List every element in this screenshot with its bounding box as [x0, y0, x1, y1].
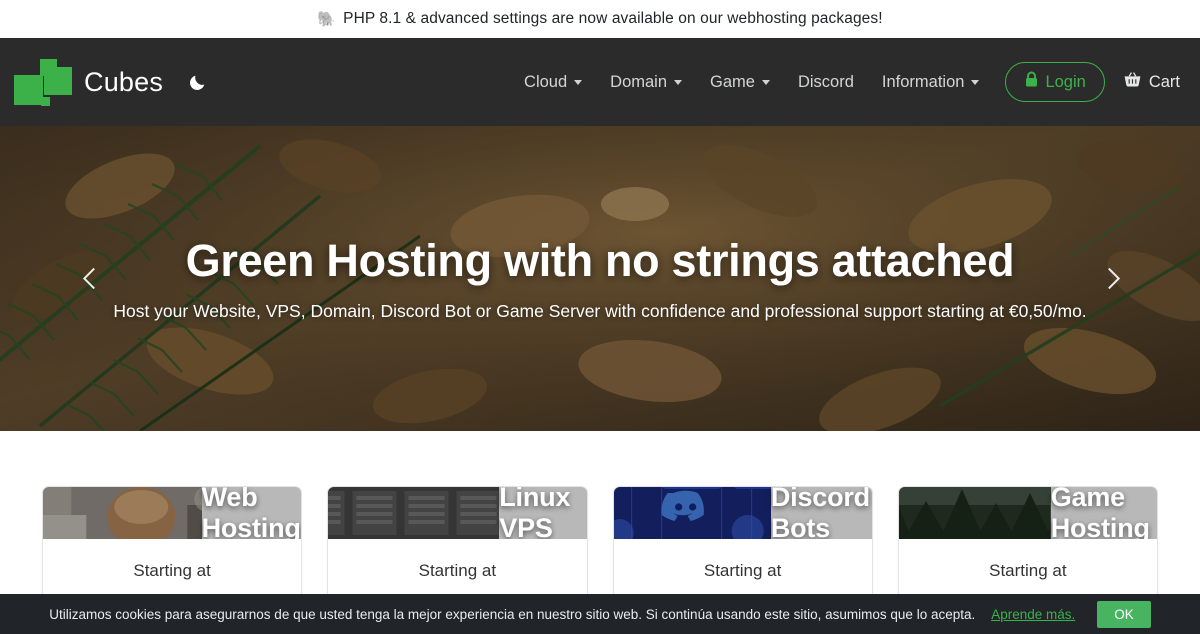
- hero-title: Green Hosting with no strings attached: [185, 235, 1015, 286]
- nav-item-game[interactable]: Game: [696, 65, 784, 100]
- cart-button[interactable]: Cart: [1123, 71, 1180, 94]
- nav-item-label: Game: [710, 72, 755, 91]
- card-banner-discord-bots: Discord Bots: [613, 487, 872, 539]
- card-starting-label: Starting at: [418, 561, 497, 580]
- elephant-icon: 🐘: [317, 11, 337, 28]
- cookie-learn-more-link[interactable]: Aprende más.: [991, 607, 1075, 622]
- page-root: 🐘 PHP 8.1 & advanced settings are now av…: [0, 0, 1200, 634]
- chevron-down-icon: [971, 79, 980, 85]
- nav-item-information[interactable]: Information: [868, 65, 994, 100]
- hero-carousel: Green Hosting with no strings attached H…: [0, 126, 1200, 431]
- product-card-web-hosting[interactable]: Web Hosting Starting at: [42, 486, 303, 608]
- card-starting-label: Starting at: [989, 561, 1067, 580]
- card-title: Web Hosting: [201, 487, 301, 539]
- product-cards-row: Web Hosting Starting at Linux VPS Starti…: [0, 486, 1200, 608]
- cart-label: Cart: [1148, 72, 1180, 91]
- nav-item-label: Cloud: [524, 72, 568, 91]
- card-banner-game-hosting: Game Hosting: [898, 487, 1157, 539]
- card-banner-linux-vps: Linux VPS: [328, 487, 587, 539]
- announcement-text: PHP 8.1 & advanced settings are now avai…: [343, 10, 883, 27]
- nav-links: Cloud Domain Game Discord Information Lo…: [510, 62, 1180, 102]
- nav-item-label: Information: [881, 72, 965, 91]
- product-cards-section: Web Hosting Starting at Linux VPS Starti…: [0, 431, 1200, 608]
- product-card-linux-vps[interactable]: Linux VPS Starting at: [327, 486, 588, 608]
- cubes-logo-icon: [14, 59, 72, 106]
- login-button[interactable]: Login: [1005, 62, 1105, 102]
- nav-item-discord[interactable]: Discord: [784, 65, 868, 100]
- card-title: Discord Bots: [770, 487, 870, 539]
- chevron-down-icon: [761, 79, 770, 85]
- card-starting-label: Starting at: [703, 561, 782, 580]
- nav-item-domain[interactable]: Domain: [596, 65, 696, 100]
- shopping-basket-icon: [1123, 71, 1142, 94]
- nav-item-label: Discord: [797, 72, 854, 91]
- card-starting-label: Starting at: [133, 561, 211, 580]
- chevron-down-icon: [574, 79, 583, 85]
- card-banner-web-hosting: Web Hosting: [43, 487, 302, 539]
- product-card-discord-bots[interactable]: Discord Bots Starting at: [612, 486, 873, 608]
- brand-logo[interactable]: Cubes: [14, 59, 164, 106]
- nav-item-cloud[interactable]: Cloud: [510, 65, 596, 100]
- cookie-consent-bar: Utilizamos cookies para asegurarnos de q…: [0, 594, 1200, 634]
- cookie-accept-button[interactable]: OK: [1097, 600, 1151, 628]
- brand-name: Cubes: [84, 66, 164, 97]
- nav-item-label: Domain: [610, 72, 668, 91]
- card-title: Linux VPS: [499, 487, 571, 539]
- announcement-bar: 🐘 PHP 8.1 & advanced settings are now av…: [0, 0, 1200, 38]
- hero-subtitle: Host your Website, VPS, Domain, Discord …: [113, 301, 1087, 321]
- product-card-game-hosting[interactable]: Game Hosting Starting at: [897, 486, 1158, 608]
- card-title: Game Hosting: [1050, 487, 1150, 539]
- cookie-message: Utilizamos cookies para asegurarnos de q…: [49, 606, 976, 622]
- lock-icon: [1024, 71, 1039, 93]
- chevron-down-icon: [674, 79, 683, 85]
- moon-icon[interactable]: [185, 69, 211, 95]
- hero-content: Green Hosting with no strings attached H…: [0, 126, 1200, 431]
- login-label: Login: [1045, 72, 1086, 91]
- navbar: Cubes Cloud Domain Game Discord Informat…: [0, 38, 1200, 126]
